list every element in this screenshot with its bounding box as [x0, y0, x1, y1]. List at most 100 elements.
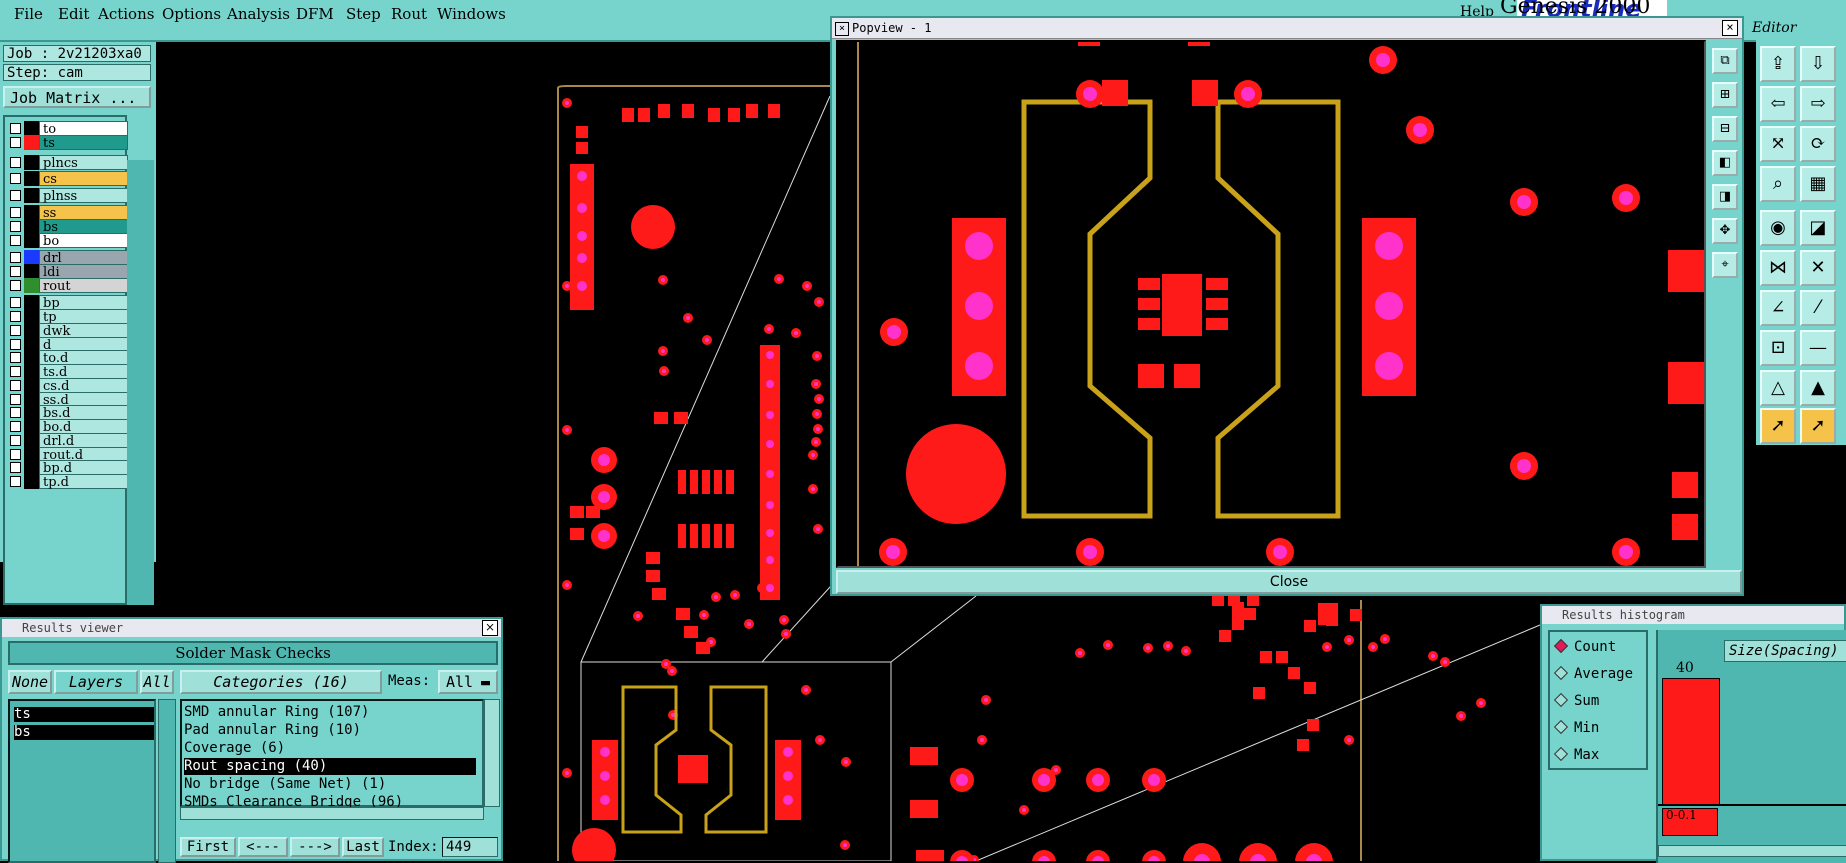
none-button[interactable]: None [8, 670, 52, 694]
layer-checkbox[interactable] [10, 352, 21, 363]
menu-step[interactable]: Step [346, 5, 381, 23]
layer-color-swatch[interactable] [24, 378, 39, 393]
layers-scrollbar[interactable] [158, 699, 176, 863]
layer-color-swatch[interactable] [24, 278, 39, 293]
layer-checkbox[interactable] [10, 173, 21, 184]
layer-name[interactable]: bo [39, 233, 128, 249]
layer-row-to[interactable]: to [8, 121, 128, 137]
layer-checkbox[interactable] [10, 207, 21, 218]
layer-checkbox[interactable] [10, 435, 21, 446]
layer-checkbox[interactable] [10, 366, 21, 377]
stretch-icon[interactable]: ⤧ [1760, 126, 1796, 162]
move-left-icon[interactable]: ⇦ [1760, 86, 1796, 122]
layer-name[interactable]: bp [39, 295, 128, 311]
grid-icon[interactable]: ▦ [1800, 166, 1836, 202]
option-average[interactable]: Average [1553, 665, 1633, 683]
layer-row-bs[interactable]: bs [8, 219, 128, 235]
layer-color-swatch[interactable] [24, 295, 39, 310]
layer-checkbox[interactable] [10, 266, 21, 277]
layer-checkbox[interactable] [10, 137, 21, 148]
layer-row-ts[interactable]: ts [8, 135, 128, 151]
layer-color-swatch[interactable] [24, 171, 39, 186]
layer-color-swatch[interactable] [24, 474, 39, 489]
layer-name[interactable]: plncs [39, 155, 128, 171]
zoom-back-icon[interactable]: ◧ [1712, 150, 1738, 176]
layer-color-swatch[interactable] [24, 309, 39, 324]
layer-color-swatch[interactable] [24, 264, 39, 279]
menu-analysis[interactable]: Analysis [227, 5, 290, 23]
zoom-in-icon[interactable]: ⊞ [1712, 82, 1738, 108]
option-count[interactable]: Count [1553, 638, 1616, 656]
layer-name[interactable]: dwk [39, 323, 128, 339]
layer-color-swatch[interactable] [24, 460, 39, 475]
layer-checkbox[interactable] [10, 421, 21, 432]
zoom-home-icon[interactable]: ◨ [1712, 184, 1738, 210]
layer-color-swatch[interactable] [24, 433, 39, 448]
move-right-icon[interactable]: ⇨ [1800, 86, 1836, 122]
next-button[interactable]: ---> [290, 837, 340, 857]
histogram-titlebar[interactable]: Results histogram [1542, 606, 1844, 624]
layer-name[interactable]: to.d [39, 350, 128, 366]
popview-close-icon[interactable]: × [1722, 20, 1738, 36]
menu-edit[interactable]: Edit [58, 5, 89, 23]
layer-name[interactable]: drl.d [39, 433, 128, 449]
pan-icon[interactable]: ✥ [1712, 218, 1738, 244]
layer-checkbox[interactable] [10, 311, 21, 322]
layer-color-swatch[interactable] [24, 250, 39, 265]
layer-color-swatch[interactable] [24, 121, 39, 136]
layer-row-bp-d[interactable]: bp.d [8, 460, 128, 476]
layer-name[interactable]: bs [39, 219, 128, 235]
connect-icon[interactable]: ⋈ [1760, 250, 1796, 286]
layer-color-swatch[interactable] [24, 419, 39, 434]
result-layer-item[interactable]: bs [14, 725, 154, 740]
layer-row-bo[interactable]: bo [8, 233, 128, 249]
option-min[interactable]: Min [1553, 719, 1599, 737]
layer-checkbox[interactable] [10, 123, 21, 134]
layer-color-swatch[interactable] [24, 219, 39, 234]
menu-dfm[interactable]: DFM [296, 5, 334, 23]
select-box-icon[interactable]: ➚ [1800, 408, 1836, 444]
menu-rout[interactable]: Rout [391, 5, 427, 23]
popview-close-button[interactable]: Close [836, 570, 1742, 594]
layer-checkbox[interactable] [10, 280, 21, 291]
layer-checkbox[interactable] [10, 449, 21, 460]
layer-checkbox[interactable] [10, 190, 21, 201]
option-max[interactable]: Max [1553, 746, 1599, 764]
triangle-icon[interactable]: △ [1760, 370, 1796, 406]
histogram-bar[interactable] [1662, 678, 1720, 806]
category-item[interactable]: SMD annular Ring (107) [184, 704, 476, 721]
layer-checkbox[interactable] [10, 339, 21, 350]
layer-row-drl-d[interactable]: drl.d [8, 433, 128, 449]
layer-name[interactable]: ts.d [39, 364, 128, 380]
move-up-icon[interactable]: ⇪ [1760, 46, 1796, 82]
layer-row-bo-d[interactable]: bo.d [8, 419, 128, 435]
layer-checkbox[interactable] [10, 157, 21, 168]
layer-list-scrollbar[interactable] [127, 160, 154, 605]
layer-name[interactable]: ldi [39, 264, 128, 280]
rotate-icon[interactable]: ⟳ [1800, 126, 1836, 162]
layer-checkbox[interactable] [10, 252, 21, 263]
layer-checkbox[interactable] [10, 476, 21, 487]
category-item[interactable]: Coverage (6) [184, 740, 476, 757]
feature-info-icon[interactable]: ⌕ [1760, 166, 1796, 202]
layer-color-swatch[interactable] [24, 188, 39, 203]
layer-row-ss[interactable]: ss [8, 205, 128, 221]
menu-file[interactable]: File [14, 5, 43, 23]
layer-row-plncs[interactable]: plncs [8, 155, 128, 171]
layer-checkbox[interactable] [10, 325, 21, 336]
layer-name[interactable]: drl [39, 250, 128, 266]
layer-name[interactable]: to [39, 121, 128, 137]
layer-row-plnss[interactable]: plnss [8, 188, 128, 204]
histogram-scrollbar[interactable] [1658, 845, 1846, 857]
layer-checkbox[interactable] [10, 235, 21, 246]
layer-name[interactable]: tp.d [39, 474, 128, 490]
categories-button[interactable]: Categories (16) [180, 670, 382, 694]
line-icon[interactable]: ∠ [1760, 290, 1796, 326]
histogram-field-button[interactable]: Size(Spacing) [1724, 640, 1846, 662]
layer-color-swatch[interactable] [24, 205, 39, 220]
layer-row-cs[interactable]: cs [8, 171, 128, 187]
layer-checkbox[interactable] [10, 407, 21, 418]
layer-name[interactable]: plnss [39, 188, 128, 204]
delete-pad-icon[interactable]: ◪ [1800, 210, 1836, 246]
layer-row-cs-d[interactable]: cs.d [8, 378, 128, 394]
